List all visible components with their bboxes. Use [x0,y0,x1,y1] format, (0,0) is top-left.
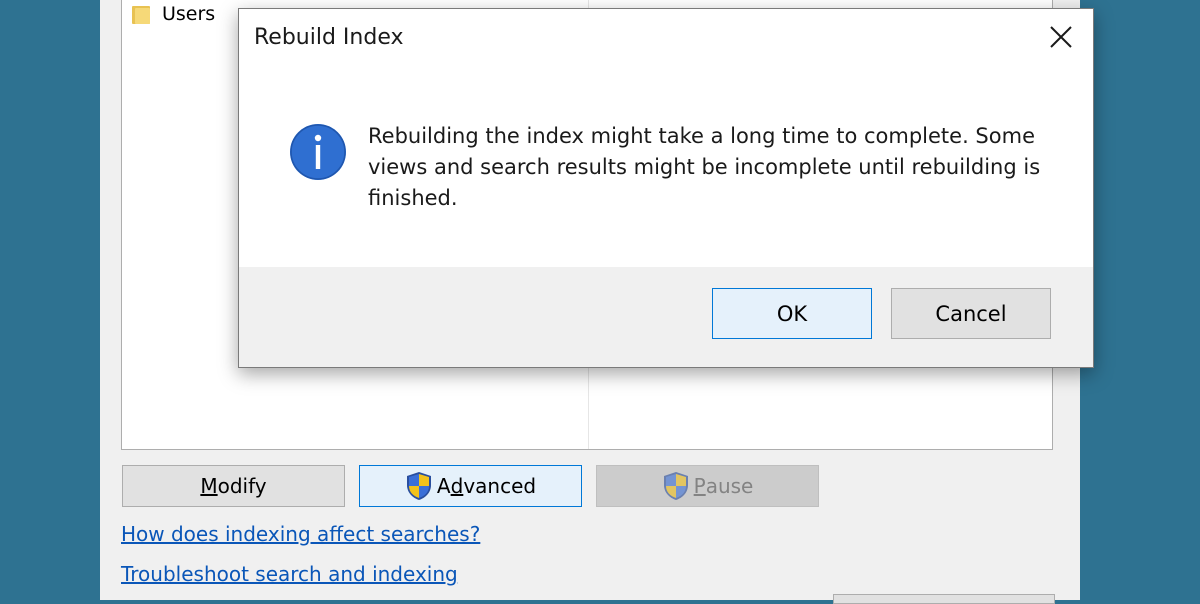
message-line: finished. [368,186,458,210]
troubleshoot-link[interactable]: Troubleshoot search and indexing [121,562,458,586]
how-indexing-link[interactable]: How does indexing affect searches? [121,522,480,546]
modify-label-rest: odify [217,474,267,498]
modify-button[interactable]: Modify [122,465,345,507]
advanced-mnemonic: d [450,474,464,498]
ok-button[interactable]: OK [712,288,872,339]
dialog-title: Rebuild Index [254,25,404,50]
close-icon[interactable] [1039,17,1083,57]
uac-shield-icon [663,472,688,500]
dialog-message: Rebuilding the index might take a long t… [368,121,1058,214]
advanced-button[interactable]: Ad vanced [359,465,582,507]
folder-label: Users [162,3,216,25]
advanced-pre: A [436,474,451,498]
message-line: Rebuilding the index might take a long t… [368,124,1035,148]
info-icon [290,124,346,180]
message-line: views and search results might be incomp… [368,155,1041,179]
pause-button[interactable]: Pause [596,465,819,507]
cancel-button[interactable]: Cancel [891,288,1051,339]
dialog-footer: OK Cancel [239,267,1093,367]
close-button-partial[interactable] [833,594,1055,604]
list-item[interactable]: Users [132,3,215,25]
folder-icon [132,4,150,24]
pause-label-rest: ause [705,474,754,498]
advanced-label-rest: vanced [463,474,537,498]
pause-mnemonic: P [693,474,706,498]
modify-mnemonic: M [200,474,218,498]
uac-shield-icon [406,472,431,500]
rebuild-index-dialog: Rebuild Index Rebuilding the index might… [238,8,1094,368]
